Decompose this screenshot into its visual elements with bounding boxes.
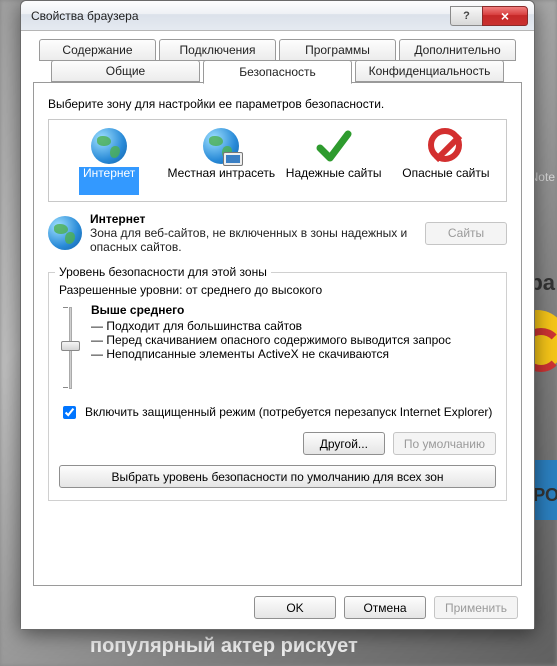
zone-trusted[interactable]: Надежные сайты	[278, 126, 390, 197]
globe-icon	[91, 128, 127, 164]
tab-content[interactable]: Содержание	[39, 39, 156, 61]
prohibit-icon	[428, 128, 464, 164]
tab-advanced[interactable]: Дополнительно	[399, 39, 516, 61]
zone-description: Интернет Зона для веб-сайтов, не включен…	[90, 212, 417, 254]
reset-all-zones-button[interactable]: Выбрать уровень безопасности по умолчани…	[59, 465, 496, 488]
security-level-group: Уровень безопасности для этой зоны Разре…	[48, 272, 507, 501]
tab-general[interactable]: Общие	[51, 60, 200, 82]
help-button[interactable]: ?	[450, 6, 482, 26]
zone-label: Опасные сайты	[402, 167, 489, 195]
tab-connections[interactable]: Подключения	[159, 39, 276, 61]
titlebar[interactable]: Свойства браузера ? ×	[21, 1, 534, 31]
zone-intranet[interactable]: Местная интрасеть	[165, 126, 277, 197]
custom-level-button[interactable]: Другой...	[303, 432, 385, 455]
security-bullets: Подходит для большинства сайтов Перед ск…	[91, 319, 496, 361]
default-level-button[interactable]: По умолчанию	[393, 432, 496, 455]
dialog-footer: OK Отмена Применить	[33, 586, 522, 619]
ok-button[interactable]: OK	[254, 596, 336, 619]
security-level-name: Выше среднего	[91, 303, 496, 317]
protected-mode-label: Включить защищенный режим (потребуется п…	[85, 405, 492, 419]
tab-strip: Содержание Подключения Программы Дополни…	[33, 39, 522, 83]
bg-text: популярный актер рискует	[90, 635, 358, 658]
cancel-button[interactable]: Отмена	[344, 596, 426, 619]
zone-name: Интернет	[90, 212, 145, 226]
globe-icon	[48, 216, 82, 250]
close-button[interactable]: ×	[482, 6, 528, 26]
tab-programs[interactable]: Программы	[279, 39, 396, 61]
tab-privacy[interactable]: Конфиденциальность	[355, 60, 504, 82]
tab-panel-security: Выберите зону для настройки ее параметро…	[33, 82, 522, 586]
allowed-levels: Разрешенные уровни: от среднего до высок…	[59, 283, 496, 297]
protected-mode-checkbox[interactable]	[63, 406, 76, 419]
apply-button[interactable]: Применить	[434, 596, 518, 619]
tab-security[interactable]: Безопасность	[203, 60, 352, 84]
zone-list: Интернет Местная интрасеть Надежные сайт…	[48, 119, 507, 202]
zone-restricted[interactable]: Опасные сайты	[390, 126, 502, 197]
security-slider[interactable]	[59, 303, 81, 393]
protected-mode-row[interactable]: Включить защищенный режим (потребуется п…	[59, 405, 496, 422]
zone-instruction: Выберите зону для настройки ее параметро…	[48, 97, 507, 111]
group-legend: Уровень безопасности для этой зоны	[55, 265, 271, 279]
zone-desc-text: Зона для веб-сайтов, не включенных в зон…	[90, 226, 417, 254]
slider-thumb[interactable]	[61, 341, 80, 351]
zone-label: Местная интрасеть	[168, 167, 276, 195]
window-title: Свойства браузера	[31, 9, 450, 23]
zone-internet[interactable]: Интернет	[53, 126, 165, 197]
zone-label: Надежные сайты	[286, 167, 382, 195]
intranet-icon	[203, 128, 239, 164]
zone-label: Интернет	[79, 167, 139, 195]
sites-button[interactable]: Сайты	[425, 222, 507, 245]
check-icon	[316, 128, 352, 164]
dialog-window: Свойства браузера ? × Содержание Подключ…	[20, 0, 535, 630]
